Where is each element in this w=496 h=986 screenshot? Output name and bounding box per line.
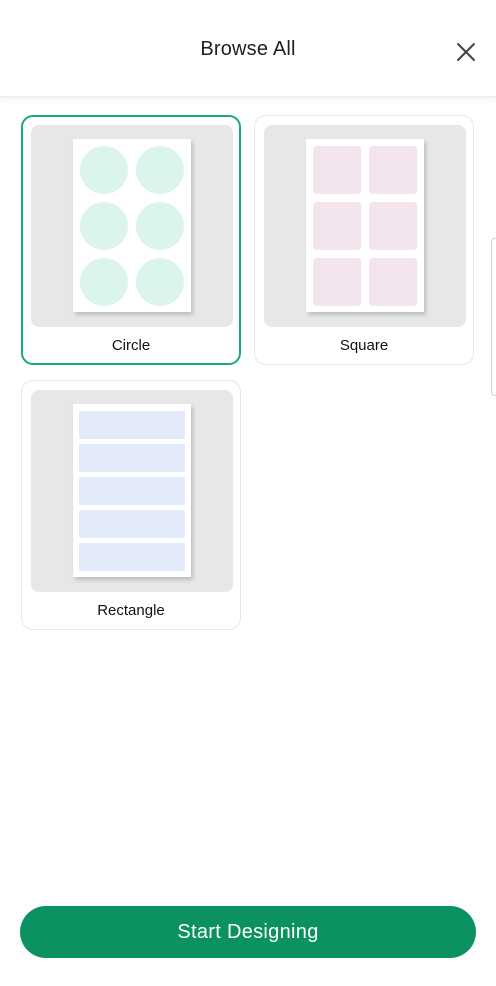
browse-all-screen: Browse All Circle Square Rectangle Start… [0,0,496,986]
sticker-sheet-preview [306,139,424,312]
circle-sticker [80,146,128,194]
rectangle-sticker [79,510,185,538]
rectangle-sticker [79,543,185,571]
circle-sticker [80,258,128,306]
start-designing-button[interactable]: Start Designing [20,906,476,958]
template-card-circle[interactable]: Circle [21,115,241,365]
circle-sticker [80,202,128,250]
template-thumbnail [31,390,233,592]
template-thumbnail [264,125,466,327]
square-sticker [313,258,361,306]
template-card-rectangle[interactable]: Rectangle [21,380,241,630]
template-card-square[interactable]: Square [254,115,474,365]
template-label: Rectangle [97,602,165,619]
rectangle-sticker [79,477,185,505]
template-thumbnail [31,125,233,327]
template-label: Square [339,337,389,354]
square-sticker [369,202,417,250]
rectangle-sticker [79,411,185,439]
square-sticker [369,258,417,306]
sticker-sheet-preview [73,404,191,577]
close-icon [457,43,475,61]
square-sticker [313,146,361,194]
square-sticker [313,202,361,250]
page-title: Browse All [200,38,296,60]
sticker-sheet-preview [73,139,191,312]
header: Browse All [0,0,496,97]
circle-sticker [136,258,184,306]
circle-sticker [136,146,184,194]
rectangle-sticker [79,444,185,472]
close-button[interactable] [450,36,482,68]
circle-sticker [136,202,184,250]
template-label: Circle [111,337,151,354]
scrollbar[interactable] [491,238,496,396]
square-sticker [369,146,417,194]
